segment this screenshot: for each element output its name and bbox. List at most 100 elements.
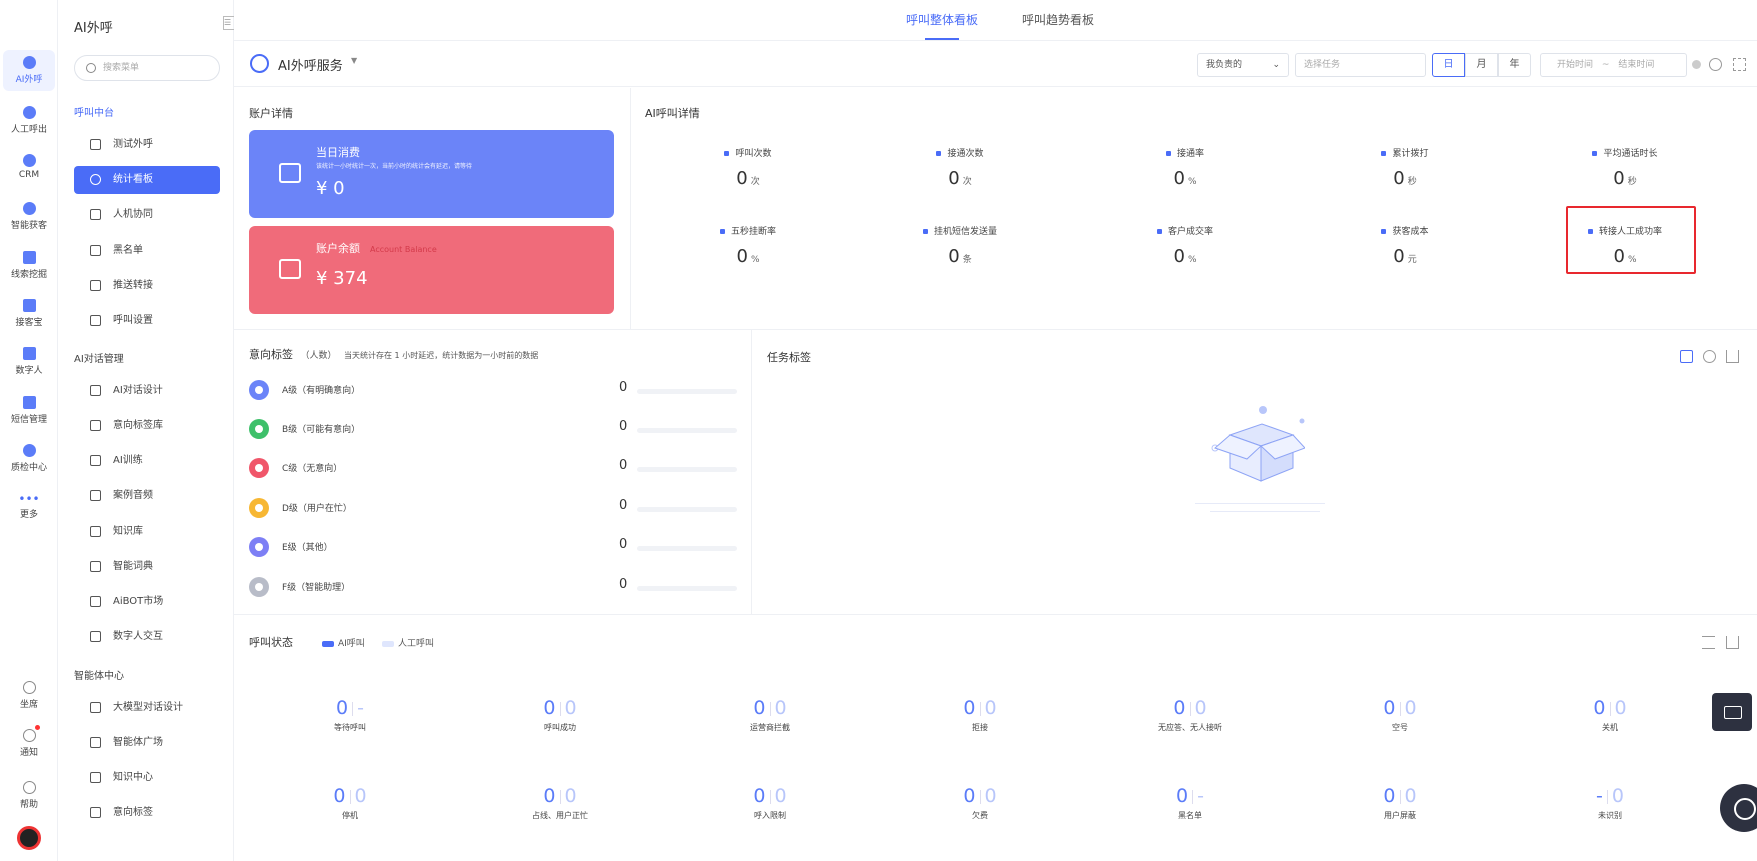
menu-item-transfer[interactable]: 推送转接 [74,272,220,300]
tag-icon[interactable] [1680,350,1693,363]
human-call-count: 0 [1404,697,1417,719]
bar-chart-icon[interactable] [1726,636,1739,649]
smile-icon [249,419,269,439]
menu-item-dictionary[interactable]: 智能词典 [74,553,220,581]
menu-group-ai-dialog[interactable]: AI对话管理 [74,350,124,365]
separator [979,701,981,716]
task-select[interactable]: 选择任务 [1295,53,1426,77]
smile-icon [249,498,269,518]
empty-state-box-icon [1211,406,1305,482]
menu-item-knowledge-base[interactable]: 知识库 [74,518,220,546]
call-status-stat: 0 0 拒接 [905,697,1055,733]
rail-item-quality[interactable]: 质检中心 [3,444,55,473]
menu-search-input[interactable]: 搜索菜单 [74,55,220,81]
call-status-stat: 0- 黑名单 [1115,785,1265,821]
menu-item-case-audio[interactable]: 案例音频 [74,482,220,510]
caret-down-icon[interactable]: ▼ [351,56,357,65]
menu-item-knowledge-center[interactable]: 知识中心 [74,764,220,792]
balance-value: ¥ 374 [316,268,368,289]
balance-card: 账户余额 Account Balance ¥ 374 [249,226,614,314]
scan-icon [90,209,101,220]
task-tags-title: 任务标签 [767,351,811,364]
menu-item-ai-dialog-design[interactable]: AI对话设计 [74,377,220,405]
menu-item-agent-plaza[interactable]: 智能体广场 [74,729,220,757]
shield-icon [22,444,36,457]
rail-item-crm[interactable]: CRM [3,154,55,180]
ai-call-count: 0 [543,785,556,807]
divider [234,614,1757,615]
separator [349,789,351,804]
yen-icon [279,259,301,279]
ai-call-title: AI呼叫详情 [645,107,700,120]
sort-icon[interactable] [1702,636,1715,649]
metric-total-dial: 累计拨打 0 秒 [1330,146,1480,189]
metric-5s-hangup-rate: 五秒挂断率 0% [673,224,823,267]
separator [559,701,561,716]
service-select[interactable]: AI外呼服务 [278,55,343,74]
period-day[interactable]: 日 [1432,53,1465,77]
menu-item-test-call[interactable]: 测试外呼 [74,131,220,159]
owner-select[interactable]: 我负责的 ⌄ [1197,53,1289,77]
bar-chart-icon[interactable] [1726,350,1739,363]
daily-spend-label: 当日消费 [316,146,360,159]
legend-ai-call[interactable]: AI呼叫 [322,636,365,649]
chat-icon [90,455,101,466]
chat-float-button[interactable] [1712,693,1752,731]
menu-group-call-center[interactable]: 呼叫中台 [74,104,114,119]
menu-item-dashboard[interactable]: 统计看板 [74,166,220,194]
rail-item-help[interactable]: 帮助 [3,781,55,810]
face-icon [90,631,101,642]
menu-item-aibot-market[interactable]: AiBOT市场 [74,588,220,616]
refresh-icon[interactable] [1709,58,1722,71]
rail-item-acquisition[interactable]: 智能获客 [3,202,55,231]
separator [352,701,354,716]
rail-item-notifications[interactable]: 通知 [3,729,55,758]
menu-group-agent-center[interactable]: 智能体中心 [74,667,124,682]
avatar[interactable] [17,826,41,850]
period-month[interactable]: 月 [1465,53,1498,77]
divider [1210,511,1320,512]
menu-item-llm-dialog-design[interactable]: 大模型对话设计 [74,694,220,722]
highlight-box [1566,206,1696,274]
menu-item-call-settings[interactable]: 呼叫设置 [74,307,220,335]
fullscreen-icon[interactable] [1733,58,1746,71]
menu-item-human-machine[interactable]: 人机协同 [74,201,220,229]
metric-connected-count: 接通次数 0 次 [885,146,1035,189]
rail-item-leads[interactable]: 线索挖掘 [3,251,55,280]
legend-human-call[interactable]: 人工呼叫 [382,636,434,649]
smile-icon [249,458,269,478]
ai-call-count: - [1596,785,1603,807]
collapse-menu-icon[interactable]: ☰ [223,16,234,30]
period-year[interactable]: 年 [1498,53,1531,77]
date-range-picker[interactable]: 开始时间 ~ 结束时间 [1540,53,1687,77]
human-call-count: 0 [774,697,787,719]
intent-row-f: F级（智能助理） 0 [249,577,737,597]
tab-trend-dashboard[interactable]: 呼叫趋势看板 [1022,11,1094,28]
phone-float-button[interactable] [1720,784,1757,832]
rail-item-reception[interactable]: 接客宝 [3,299,55,328]
message-icon [22,396,36,409]
rail-item-sms[interactable]: 短信管理 [3,396,55,425]
rail-item-digital-human[interactable]: 数字人 [3,347,55,376]
menu-item-digital-human-interaction[interactable]: 数字人交互 [74,623,220,651]
call-status-stat: 0- 等待呼叫 [275,697,425,733]
menu-item-intent-library[interactable]: 意向标签库 [74,412,220,440]
separator [1399,789,1401,804]
metric-call-count: 呼叫次数 0 次 [673,146,823,189]
rail-item-agent[interactable]: 坐席 [3,681,55,710]
menu-item-blacklist[interactable]: 黑名单 [74,237,220,265]
rail-item-ai-outbound[interactable]: AI外呼 [3,50,55,91]
separator [979,789,981,804]
tab-overall-dashboard[interactable]: 呼叫整体看板 [906,11,978,40]
ai-call-count: 0 [1173,697,1186,719]
stat-label: 等待呼叫 [334,723,366,732]
pie-chart-icon[interactable] [1703,350,1716,363]
bell-icon [22,729,36,742]
book-open-icon [90,772,101,783]
rail-item-more[interactable]: ••• 更多 [3,493,55,520]
book-icon [90,561,101,572]
menu-item-ai-training[interactable]: AI训练 [74,447,220,475]
rail-item-manual-call[interactable]: 人工呼出 [3,106,55,135]
intent-row-a: A级（有明确意向） 0 [249,380,737,400]
menu-item-intent-tags[interactable]: 意向标签 [74,799,220,827]
